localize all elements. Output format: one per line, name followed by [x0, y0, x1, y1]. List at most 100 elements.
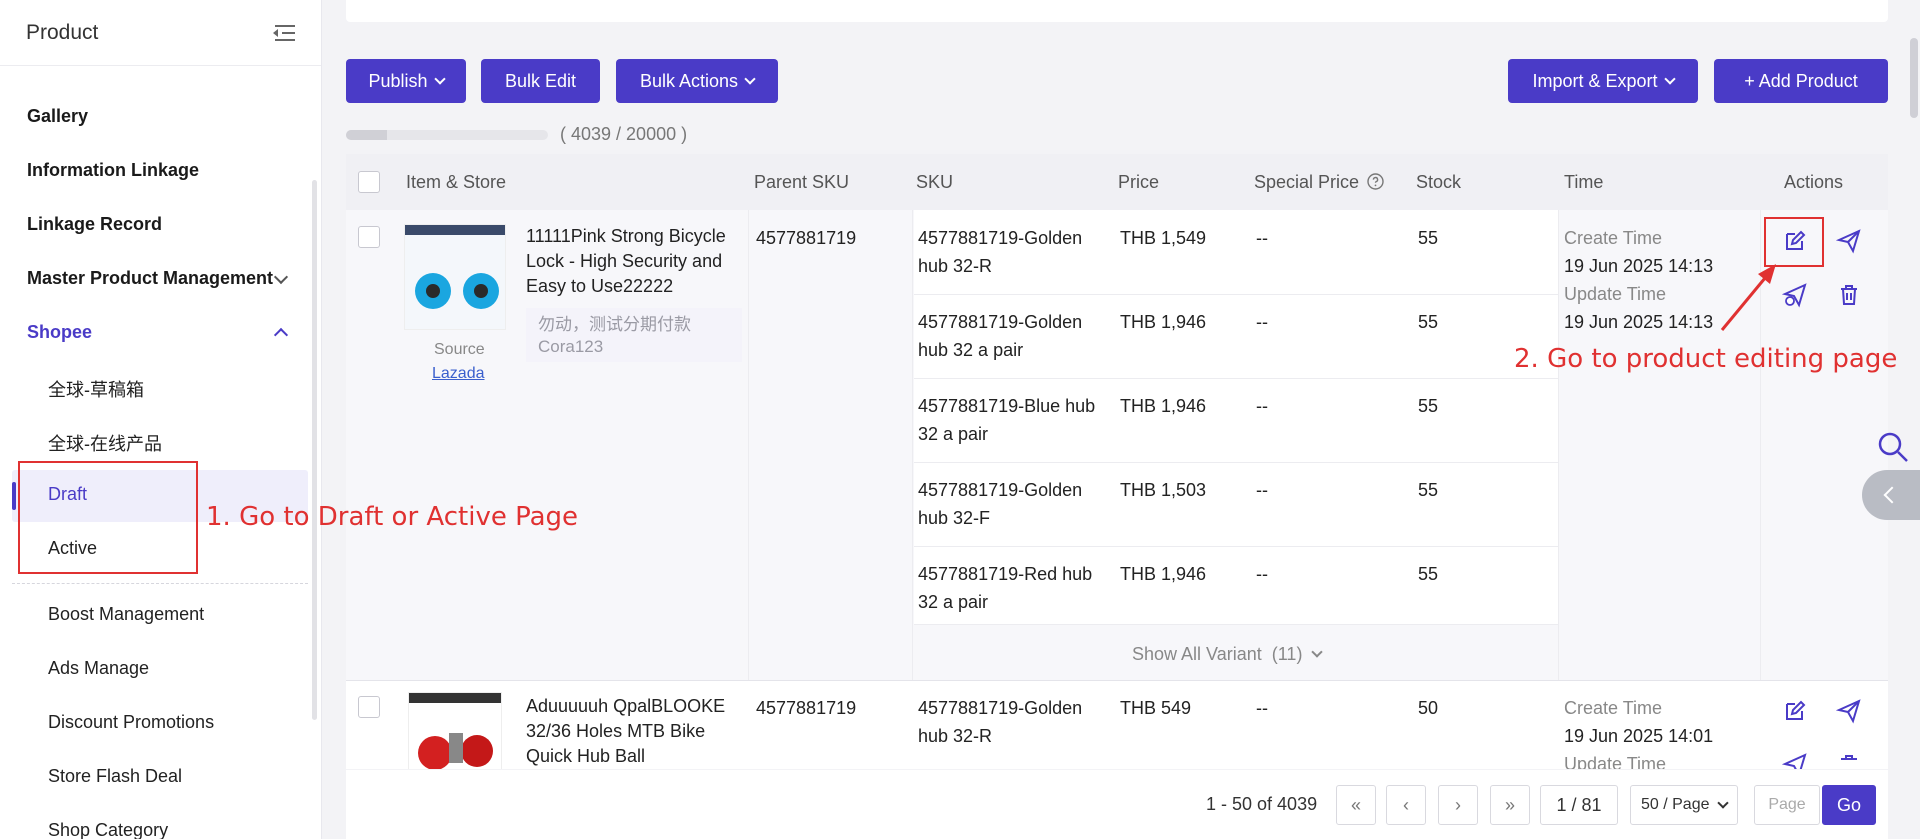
- col-special-price: Special Price: [1254, 172, 1384, 193]
- product-title-link[interactable]: 11111Pink Strong Bicycle Lock - High Sec…: [526, 224, 746, 299]
- variant-special-price: --: [1256, 228, 1268, 248]
- help-icon[interactable]: [1367, 173, 1384, 190]
- variant-stock: 50: [1418, 698, 1439, 718]
- variant-count: (11): [1271, 644, 1303, 664]
- import-export-button[interactable]: Import & Export: [1508, 59, 1698, 103]
- filter-card: [346, 0, 1888, 22]
- parent-sku: 4577881719: [756, 698, 857, 718]
- sidebar-item-global-draft[interactable]: 全球-草稿箱: [48, 376, 144, 402]
- show-all-variant-label: Show All Variant: [1132, 644, 1262, 664]
- chevron-right-icon: ›: [1455, 794, 1461, 815]
- update-time-label: Update Time: [1564, 754, 1667, 769]
- bulk-edit-button[interactable]: Bulk Edit: [481, 59, 600, 103]
- variant-stock: 55: [1418, 480, 1439, 500]
- product-image[interactable]: [408, 692, 502, 769]
- parent-sku: 4577881719: [756, 228, 857, 248]
- col-price: Price: [1118, 172, 1160, 192]
- variant-price: THB 1,946: [1120, 396, 1207, 416]
- variant-price: THB 1,946: [1120, 564, 1207, 584]
- col-item-store: Item & Store: [406, 172, 507, 192]
- publish-button[interactable]: Publish: [346, 59, 466, 103]
- publish-send-icon[interactable]: [1836, 698, 1862, 724]
- create-time: 19 Jun 2025 14:01: [1564, 726, 1714, 746]
- sidebar-item-master-product[interactable]: Master Product Management: [27, 268, 273, 289]
- chevron-up-icon: [273, 327, 289, 343]
- delete-icon[interactable]: [1836, 282, 1862, 308]
- edit-icon[interactable]: [1782, 698, 1808, 724]
- variant-price: THB 1,946: [1120, 312, 1207, 332]
- quota-text: ( 4039 / 20000 ): [560, 124, 688, 144]
- add-product-button[interactable]: + Add Product: [1714, 59, 1888, 103]
- sidebar-active-indicator: [12, 482, 16, 510]
- sidebar-item-flash-deal[interactable]: Store Flash Deal: [48, 766, 182, 787]
- row-checkbox[interactable]: [358, 696, 380, 718]
- product-thumbnail-icon: [409, 693, 501, 769]
- variant-special-price: --: [1256, 698, 1268, 718]
- product-image[interactable]: [404, 224, 506, 330]
- variant-stock: 55: [1418, 312, 1439, 332]
- col-actions: Actions: [1784, 172, 1844, 192]
- side-panel-toggle[interactable]: [1862, 470, 1920, 520]
- sidebar-item-shop-category[interactable]: Shop Category: [48, 820, 168, 839]
- search-icon[interactable]: [1876, 430, 1910, 464]
- variant-sku: 4577881719-Golden hub 32-F: [918, 480, 1083, 528]
- product-title-link[interactable]: Aduuuuuh QpalBLOOKE 32/36 Holes MTB Bike…: [526, 694, 726, 769]
- bulk-actions-button[interactable]: Bulk Actions: [616, 59, 778, 103]
- col-special-price-label: Special Price: [1254, 172, 1360, 192]
- sidebar-title: Product: [26, 20, 99, 44]
- delete-icon[interactable]: [1836, 752, 1862, 769]
- create-time-label: Create Time: [1564, 698, 1663, 718]
- row-checkbox[interactable]: [358, 226, 380, 248]
- first-page-button[interactable]: «: [1336, 785, 1376, 825]
- sidebar-item-ads[interactable]: Ads Manage: [48, 658, 149, 679]
- sidebar: Product Gallery Information Linkage Link…: [0, 0, 322, 839]
- select-all-checkbox[interactable]: [358, 171, 380, 193]
- variant-special-price: --: [1256, 396, 1268, 416]
- sidebar-item-information-linkage[interactable]: Information Linkage: [27, 160, 199, 181]
- col-parent-sku: Parent SKU: [754, 172, 850, 192]
- variant-sku: 4577881719-Golden hub 32 a pair: [918, 312, 1083, 360]
- variant-sku: 4577881719-Golden hub 32-R: [918, 698, 1083, 746]
- annotation-arrow-icon: [1720, 264, 1776, 331]
- sidebar-item-global-online[interactable]: 全球-在线产品: [48, 430, 162, 456]
- col-sku: SKU: [916, 172, 954, 192]
- go-button[interactable]: Go: [1822, 785, 1876, 825]
- source-link[interactable]: Lazada: [432, 360, 485, 388]
- col-stock: Stock: [1416, 172, 1462, 192]
- sidebar-item-boost[interactable]: Boost Management: [48, 604, 204, 625]
- page-scrollbar[interactable]: [1910, 38, 1918, 118]
- create-time: 19 Jun 2025 14:13: [1564, 256, 1714, 276]
- create-time-label: Create Time: [1564, 228, 1663, 248]
- current-page: 1 / 81: [1540, 785, 1618, 825]
- pagination: 1 - 50 of 4039 « ‹ › » 1 / 81 50 / Page …: [346, 770, 1888, 839]
- update-time: 19 Jun 2025 14:13: [1564, 312, 1714, 332]
- quota-progress-bar: [346, 130, 548, 140]
- page-jump-input[interactable]: Page: [1754, 785, 1820, 825]
- sidebar-item-gallery[interactable]: Gallery: [27, 106, 88, 127]
- add-product-label: + Add Product: [1744, 70, 1858, 91]
- collapse-menu-icon[interactable]: [273, 24, 295, 42]
- variant-sku: 4577881719-Golden hub 32-R: [918, 228, 1083, 276]
- chevron-left-icon: ‹: [1403, 794, 1409, 815]
- sidebar-scrollbar[interactable]: [312, 180, 317, 720]
- variant-sku: 4577881719-Red hub 32 a pair: [918, 564, 1093, 612]
- col-time: Time: [1564, 172, 1604, 192]
- variant-price: THB 549: [1120, 698, 1192, 718]
- product-thumbnail-icon: [405, 225, 505, 329]
- sidebar-divider: [12, 583, 308, 584]
- per-page-value: 50 / Page: [1641, 796, 1710, 813]
- prev-page-button[interactable]: ‹: [1386, 785, 1426, 825]
- publish-send-icon[interactable]: [1836, 228, 1862, 254]
- sidebar-item-shopee[interactable]: Shopee: [27, 322, 92, 343]
- last-page-button[interactable]: »: [1490, 785, 1530, 825]
- next-page-button[interactable]: ›: [1438, 785, 1478, 825]
- chevron-down-icon: [273, 269, 289, 285]
- product-note: 勿动，测试分期付款 Cora123: [526, 308, 742, 362]
- show-all-variant-link[interactable]: Show All Variant (11): [1132, 640, 1324, 668]
- sidebar-item-discount[interactable]: Discount Promotions: [48, 712, 214, 733]
- per-page-select[interactable]: 50 / Page: [1630, 785, 1738, 825]
- sidebar-item-linkage-record[interactable]: Linkage Record: [27, 214, 162, 235]
- bulk-edit-label: Bulk Edit: [504, 70, 577, 91]
- schedule-publish-icon[interactable]: [1782, 752, 1808, 769]
- variant-price: THB 1,503: [1120, 480, 1207, 500]
